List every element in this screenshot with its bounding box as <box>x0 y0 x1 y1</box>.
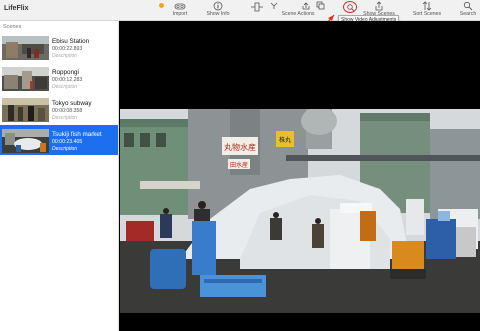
import-label: Import <box>172 11 188 17</box>
filter-icon[interactable] <box>270 2 278 10</box>
sort-scenes-label: Sort Scenes <box>412 11 442 17</box>
info-icon <box>213 1 223 11</box>
scene-thumbnail <box>2 36 49 60</box>
split-icon[interactable] <box>251 2 263 12</box>
sort-icon <box>422 1 432 11</box>
scenes-sidebar: Scenes Ebisu Station 00:00:22.893 Descri… <box>0 21 119 331</box>
scene-time: 00:00:22.893 <box>52 46 83 52</box>
show-info-label: Show Info <box>206 11 230 17</box>
scene-title: Tokyo subway <box>52 100 92 107</box>
scene-title: Roppongi <box>52 69 79 76</box>
scene-item[interactable]: Ebisu Station 00:00:22.893 Description <box>0 32 118 62</box>
market-sign: 田水産 <box>230 161 248 169</box>
video-frame: 丸物水産 株丸 田水産 <box>120 109 480 313</box>
show-video-adjustments-button[interactable] <box>343 1 357 13</box>
search-button[interactable]: Search <box>457 1 479 18</box>
market-sign: 株丸 <box>279 136 291 144</box>
scene-thumbnail <box>2 129 49 153</box>
scene-title: Tsukiji fish market <box>52 131 102 138</box>
search-label: Search <box>459 11 477 17</box>
scene-description[interactable]: Description <box>52 53 77 59</box>
scene-time: 00:00:08.358 <box>52 108 83 114</box>
sun-icon <box>159 3 164 8</box>
import-icon <box>174 3 186 10</box>
scene-time: 00:00:12.283 <box>52 77 83 83</box>
show-info-button[interactable]: Show Info <box>204 1 232 18</box>
scene-item-selected[interactable]: Tsukiji fish market 00:00:23.405 Descrip… <box>0 125 118 155</box>
search-icon <box>463 1 473 11</box>
share-icon[interactable] <box>302 2 310 10</box>
scene-time: 00:00:23.405 <box>52 139 83 145</box>
export-icon <box>375 1 383 11</box>
scene-thumbnail <box>2 98 49 122</box>
app-title: LifeFlix <box>4 5 29 12</box>
toolbar: LifeFlix Import Show Info Scene Actions … <box>0 0 480 21</box>
scene-description[interactable]: Description <box>52 115 77 121</box>
scene-item[interactable]: Roppongi 00:00:12.283 Description <box>0 63 118 93</box>
magic-wand-icon <box>347 4 355 12</box>
market-sign: 丸物水産 <box>224 142 256 152</box>
scene-description[interactable]: Description <box>52 146 77 152</box>
scene-title: Ebisu Station <box>52 38 90 45</box>
sidebar-header: Scenes <box>3 24 22 30</box>
scene-description[interactable]: Description <box>52 84 77 90</box>
sort-scenes-button[interactable]: Sort Scenes <box>410 1 444 18</box>
duplicate-icon[interactable] <box>316 1 325 10</box>
import-button[interactable]: Import <box>170 1 190 18</box>
scene-item[interactable]: Tokyo subway 00:00:08.358 Description <box>0 94 118 124</box>
scene-thumbnail <box>2 67 49 91</box>
video-player[interactable]: 丸物水産 株丸 田水産 <box>120 21 480 331</box>
